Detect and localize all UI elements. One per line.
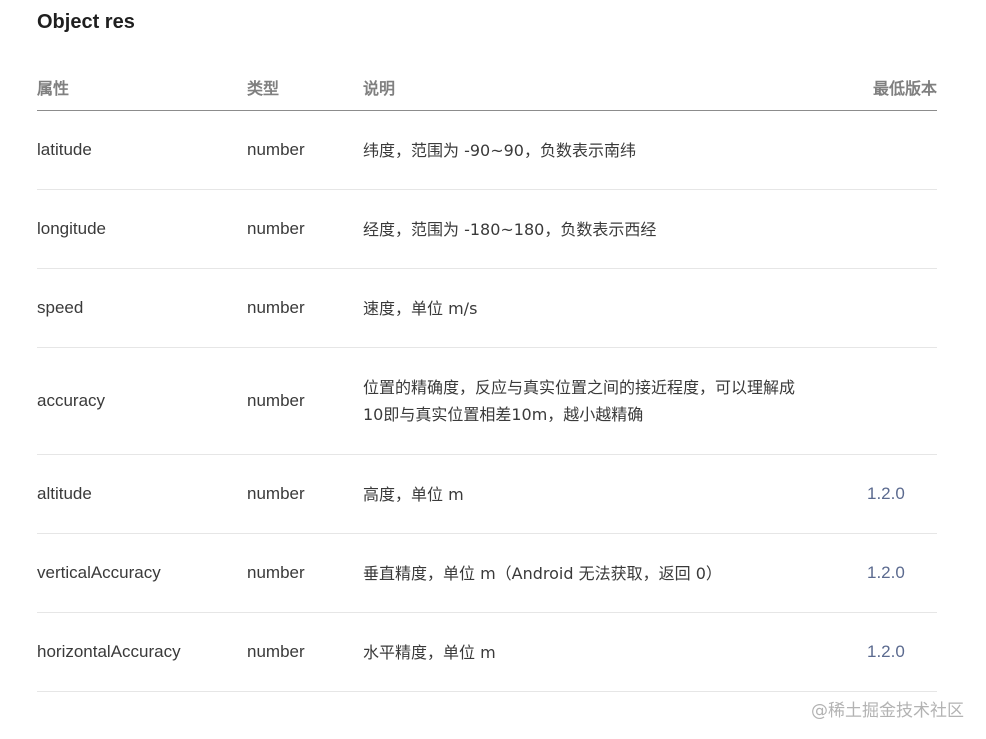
property-min-version: 1.2.0 [867, 484, 905, 503]
table-row: accuracy number 位置的精确度，反应与真实位置之间的接近程度，可以… [37, 348, 937, 455]
table-row: speed number 速度，单位 m/s [37, 269, 937, 348]
property-name: verticalAccuracy [37, 563, 161, 582]
header-min-version: 最低版本 [872, 79, 937, 98]
property-min-version [867, 269, 937, 347]
table-row: altitude number 高度，单位 m 1.2.0 [37, 455, 937, 534]
properties-table: 属性 类型 说明 最低版本 latitude number 纬度，范围为 -90… [37, 60, 937, 692]
property-min-version: 1.2.0 [867, 563, 905, 582]
property-description: 速度，单位 m/s [363, 298, 478, 318]
table-header: 属性 类型 说明 最低版本 [37, 60, 937, 111]
property-min-version [867, 190, 937, 268]
property-description: 垂直精度，单位 m（Android 无法获取，返回 0） [363, 563, 722, 583]
property-name: speed [37, 298, 84, 317]
property-name: latitude [37, 140, 92, 159]
header-description: 说明 [363, 79, 396, 98]
property-description: 经度，范围为 -180~180，负数表示西经 [363, 219, 657, 239]
property-min-version [867, 111, 937, 189]
property-type: number [247, 642, 305, 661]
table-row: longitude number 经度，范围为 -180~180，负数表示西经 [37, 190, 937, 269]
section-title: Object res [37, 11, 135, 33]
property-type: number [247, 563, 305, 582]
header-property: 属性 [37, 79, 70, 98]
watermark: @稀土掘金技术社区 [811, 701, 964, 721]
property-type: number [247, 391, 305, 410]
property-description: 水平精度，单位 m [363, 642, 496, 662]
property-description: 高度，单位 m [363, 484, 464, 504]
property-description: 位置的精确度，反应与真实位置之间的接近程度，可以理解成10即与真实位置相差10m… [363, 378, 796, 424]
property-description: 纬度，范围为 -90~90，负数表示南纬 [363, 140, 636, 160]
property-name: accuracy [37, 391, 106, 410]
property-min-version [867, 348, 937, 454]
property-type: number [247, 484, 305, 503]
property-name: altitude [37, 484, 92, 503]
table-row: verticalAccuracy number 垂直精度，单位 m（Androi… [37, 534, 937, 613]
property-type: number [247, 140, 305, 159]
property-type: number [247, 298, 305, 317]
property-name: horizontalAccuracy [37, 642, 181, 661]
table-row: horizontalAccuracy number 水平精度，单位 m 1.2.… [37, 613, 937, 692]
property-name: longitude [37, 219, 107, 238]
header-type: 类型 [247, 79, 280, 98]
property-type: number [247, 219, 305, 238]
table-row: latitude number 纬度，范围为 -90~90，负数表示南纬 [37, 111, 937, 190]
property-min-version: 1.2.0 [867, 642, 905, 661]
